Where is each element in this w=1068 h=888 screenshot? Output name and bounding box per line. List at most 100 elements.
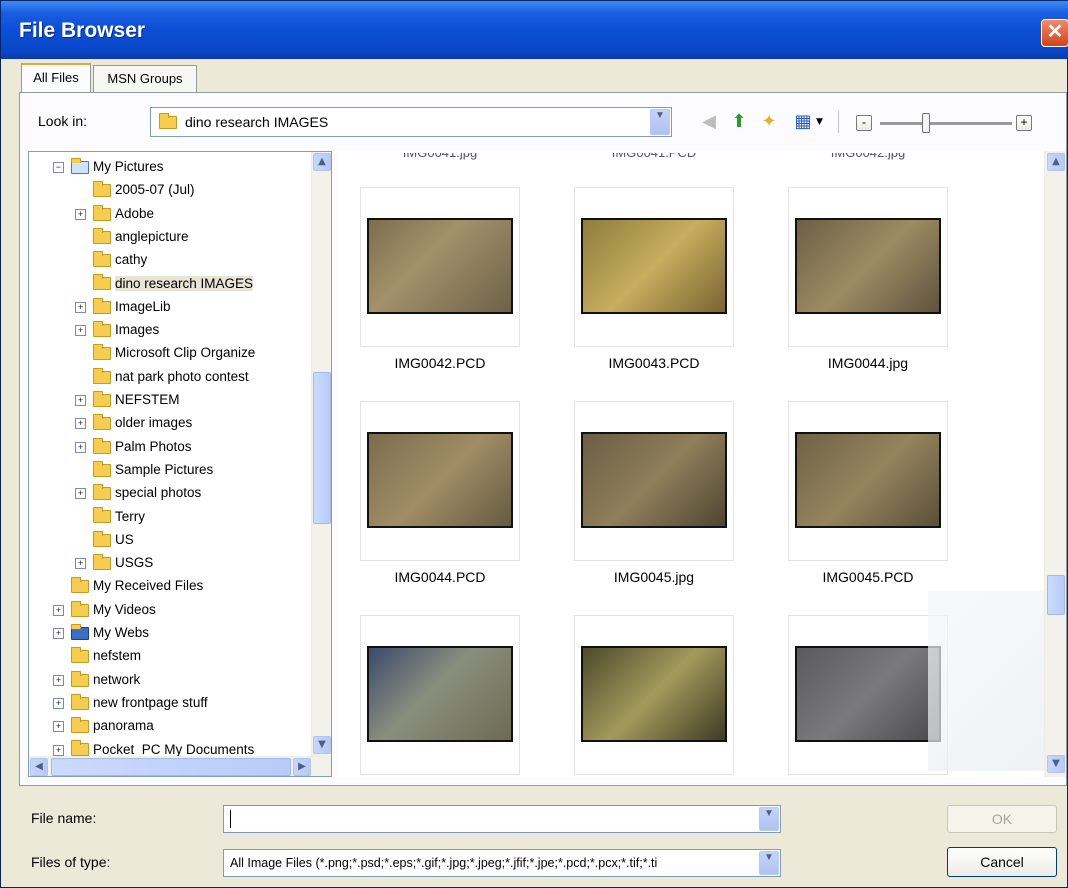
tree-item[interactable]: + special photos [73,482,201,504]
tree-item-label: panorama [93,718,154,734]
look-in-value: dino research IMAGES [185,114,329,130]
thumbnail-frame [574,187,734,347]
tree-scroll-thumb[interactable] [313,372,331,524]
thumbnail-frame [360,187,520,347]
tree-item[interactable]: + ImageLib [73,296,171,318]
folder-icon [93,181,111,198]
tree-item[interactable]: US [73,529,134,551]
tree-item[interactable]: + panorama [51,715,154,737]
tree-item[interactable]: cathy [73,249,147,271]
expand-icon[interactable]: + [75,301,86,313]
tree-item[interactable]: + My Webs [51,622,149,644]
expand-icon[interactable]: + [75,208,86,220]
grid-scroll-thumb[interactable] [1047,575,1065,615]
scroll-right-arrow-icon[interactable]: ▶ [293,758,311,776]
expand-icon[interactable]: + [53,744,64,756]
tree-item[interactable]: + Adobe [73,203,154,225]
expand-icon[interactable]: + [75,325,86,337]
up-folder-icon[interactable]: ⬆ [728,111,750,133]
tree-item-label: Terry [115,508,145,524]
tree-hscroll-thumb[interactable] [51,758,291,776]
tree-item[interactable]: Sample Pictures [73,459,213,481]
zoom-in-button[interactable]: + [1016,115,1032,131]
zoom-slider-track[interactable] [880,122,1012,125]
tree-item[interactable]: My Received Files [51,575,203,597]
chevron-down-icon[interactable]: ▼ [759,851,779,875]
thumbnail-image [795,432,941,528]
expand-icon[interactable]: + [53,628,64,639]
folder-icon [71,670,89,687]
window-title: File Browser [19,19,146,42]
scroll-down-arrow-icon[interactable]: ▼ [313,736,331,754]
expand-icon[interactable]: + [75,441,86,453]
tree-horizontal-scrollbar[interactable]: ◀ ▶ [29,756,331,776]
partial-caption: IMG0042.jpg [830,151,906,160]
folder-icon [93,297,111,314]
tree-item-label: My Videos [93,601,156,617]
tree-item[interactable]: + Images [73,319,159,341]
expand-icon[interactable]: + [53,604,64,616]
tree-item[interactable]: Terry [73,506,145,528]
scroll-down-arrow-icon[interactable]: ▼ [1047,755,1065,773]
expand-icon[interactable]: + [75,558,86,570]
tab-all-files[interactable]: All Files [21,63,91,93]
tree-item-label: older images [115,415,193,431]
file-browser-window: File Browser ✕ All Files MSN Groups Look… [0,0,1068,888]
tree-item[interactable]: Microsoft Clip Organize [73,342,255,364]
close-icon: ✕ [1046,21,1064,43]
tree-item-label: new frontpage stuff [93,694,208,710]
back-icon[interactable]: ◀ [698,111,720,133]
zoom-slider-thumb[interactable] [922,113,931,133]
tree-item[interactable]: + Palm Photos [73,436,192,458]
files-of-type-select[interactable]: All Image Files (*.png;*.psd;*.eps;*.gif… [223,849,781,877]
scroll-left-arrow-icon[interactable]: ◀ [30,758,48,776]
ok-button[interactable]: OK [947,805,1057,833]
views-dropdown-icon[interactable]: ▼ [816,117,823,127]
tree-item[interactable]: + network [51,669,140,691]
folder-icon [93,344,111,361]
grid-vertical-scrollbar[interactable]: ▲ ▼ [1044,151,1066,777]
tree-item[interactable]: dino research IMAGES [73,273,254,295]
thumbnail-frame [360,615,520,775]
text-caret [230,810,231,828]
tree-vertical-scrollbar[interactable]: ▲ ▼ [311,152,331,756]
file-name-input[interactable]: ▼ [223,805,781,833]
tree-item[interactable]: + NEFSTEM [73,389,180,411]
expand-icon[interactable]: + [53,674,64,686]
tree-item[interactable]: anglepicture [73,226,189,248]
tree-item-label: US [115,531,134,547]
tree-item[interactable]: − My Pictures [51,156,164,178]
folder-icon [93,507,111,524]
new-folder-icon[interactable]: ✦ [758,111,780,133]
tree-item[interactable]: nefstem [51,645,141,667]
scroll-up-arrow-icon[interactable]: ▲ [313,153,331,171]
look-in-combo[interactable]: dino research IMAGES ▼ [150,107,672,137]
thumbnail-caption: IMG0043.PCD [608,355,700,371]
tree-item[interactable]: + new frontpage stuff [51,692,208,714]
folder-icon [93,437,111,454]
tree-item[interactable]: 2005-07 (Jul) [73,179,195,201]
thumbnail-image [367,432,513,528]
expand-icon[interactable]: + [75,418,86,430]
expand-icon[interactable]: + [53,721,64,733]
tree-item-label: Images [115,322,160,338]
tree-item[interactable]: nat park photo contest [73,366,249,388]
tree-item-label: anglepicture [115,228,189,244]
title-bar[interactable]: File Browser ✕ [1,1,1068,59]
expand-icon[interactable]: + [75,488,86,500]
expand-icon[interactable]: + [53,697,64,709]
close-button[interactable]: ✕ [1041,19,1068,47]
cancel-button[interactable]: Cancel [947,847,1057,877]
zoom-out-button[interactable]: - [856,115,872,131]
expand-icon[interactable]: + [75,395,86,406]
collapse-icon[interactable]: − [53,162,64,173]
file-name-label: File name: [31,810,97,826]
look-in-row: Look in: dino research IMAGES ▼ ◀ ⬆ ✦ ▦ … [20,93,1066,151]
scroll-up-arrow-icon[interactable]: ▲ [1047,153,1065,171]
tree-item[interactable]: + older images [73,412,192,434]
views-icon[interactable]: ▦ [792,111,814,133]
tree-item[interactable]: + My Videos [51,599,156,621]
chevron-down-icon[interactable]: ▼ [759,807,779,831]
tab-msn-groups[interactable]: MSN Groups [93,65,197,93]
tree-item[interactable]: + USGS [73,552,153,574]
